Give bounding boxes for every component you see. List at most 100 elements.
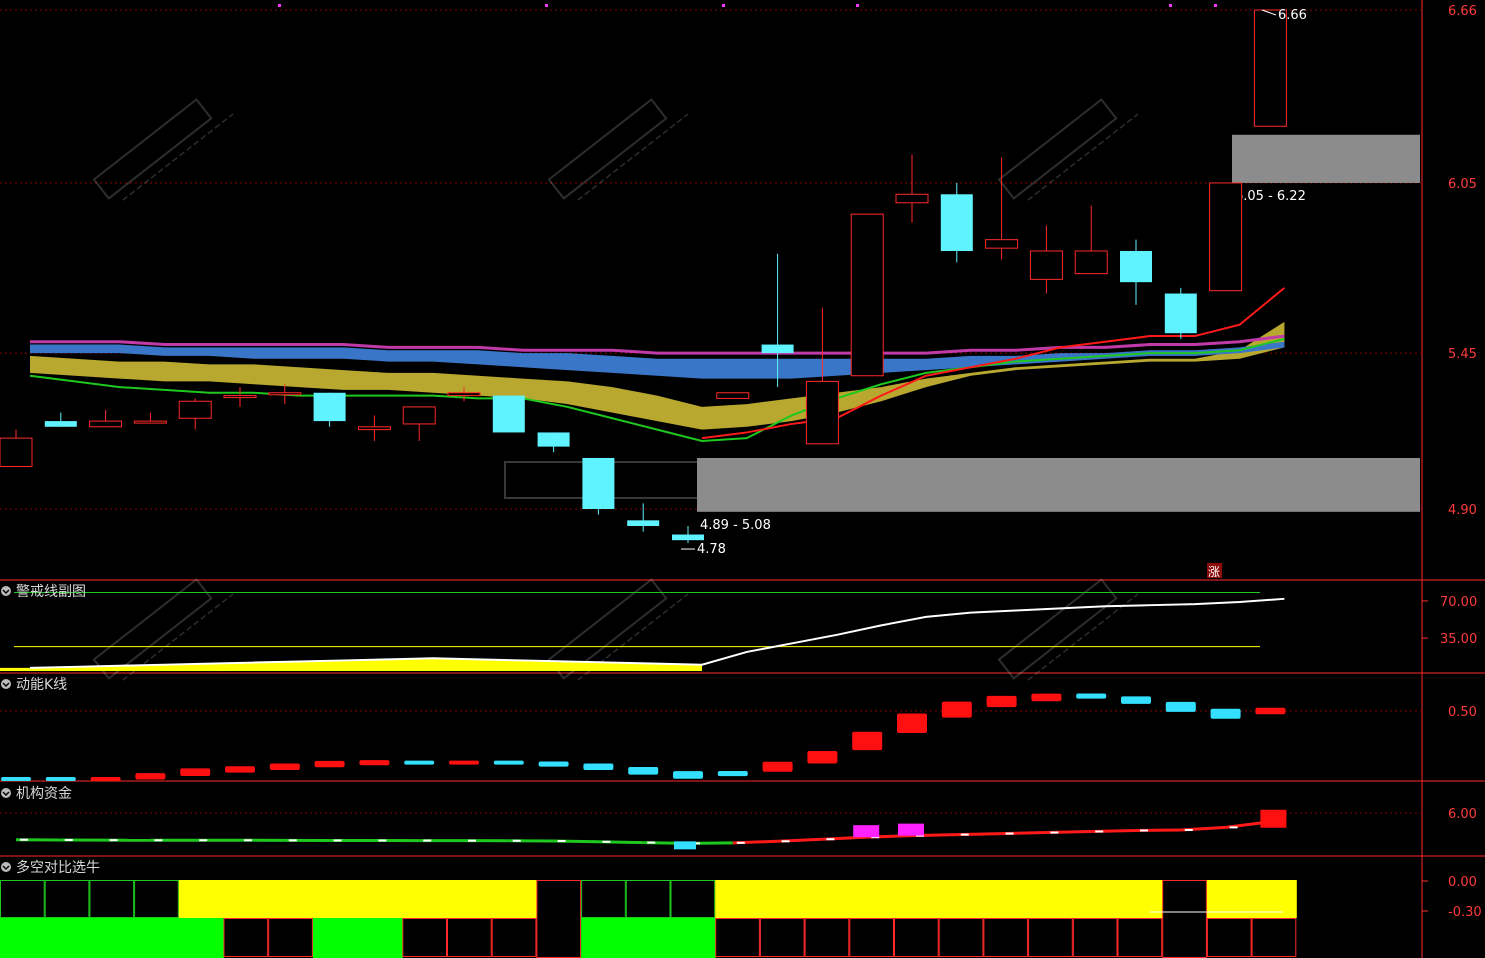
bull-bottom-cell-red[interactable]	[1251, 918, 1297, 957]
bull-bottom-cell-red[interactable]	[849, 918, 894, 957]
momentum-bar[interactable]	[897, 713, 927, 734]
momentum-bar[interactable]	[493, 760, 524, 765]
momentum-bar[interactable]	[1165, 701, 1196, 712]
bull-top-cell-yellow[interactable]	[268, 880, 314, 918]
stock-chart[interactable]: 4.89 - 5.08 6.05 - 6.22 6.66 4.78 涨 4.90 5.45…	[0, 0, 1485, 958]
bull-bottom-cell-green[interactable]	[625, 918, 671, 958]
momentum-bar[interactable]	[628, 767, 659, 775]
bull-top-cell-yellow[interactable]	[312, 880, 359, 918]
bull-bottom-cell-red[interactable]	[1117, 918, 1163, 957]
bull-bottom-cell-red[interactable]	[447, 918, 492, 957]
bull-top-cell-yellow[interactable]	[357, 880, 403, 918]
momentum-bar[interactable]	[538, 761, 569, 767]
candle[interactable]	[582, 457, 615, 515]
bull-top-cell-yellow[interactable]	[402, 880, 448, 918]
bull-bottom-cell-green[interactable]	[178, 918, 224, 958]
momentum-bar[interactable]	[583, 763, 614, 770]
candle[interactable]	[492, 395, 525, 433]
chevron-down-icon[interactable]	[1, 788, 11, 798]
momentum-bar[interactable]	[1210, 708, 1241, 719]
fund-red-bar[interactable]	[1260, 809, 1287, 828]
fund-magenta-bar[interactable]	[853, 825, 880, 838]
candle[interactable]	[716, 392, 750, 399]
bull-bottom-cell-red[interactable]	[491, 918, 537, 957]
candle[interactable]	[1253, 9, 1287, 127]
momentum-bar[interactable]	[852, 731, 883, 751]
momentum-bar[interactable]	[404, 760, 435, 765]
bull-bottom-cell-green[interactable]	[134, 918, 180, 958]
momentum-bar[interactable]	[986, 695, 1017, 708]
bull-top-cell-yellow[interactable]	[804, 880, 850, 918]
fund-magenta-bar[interactable]	[898, 823, 924, 836]
momentum-bar[interactable]	[1076, 693, 1107, 699]
bull-top-cell-green[interactable]	[581, 880, 626, 918]
bull-bottom-cell-red[interactable]	[938, 918, 984, 957]
bull-bottom-cell-green[interactable]	[0, 918, 46, 958]
bull-bottom-cell-green[interactable]	[312, 918, 359, 958]
bull-top-cell-green[interactable]	[670, 880, 716, 918]
bull-bottom-cell-green[interactable]	[670, 918, 716, 958]
momentum-bar[interactable]	[673, 771, 703, 779]
bull-bottom-cell-red[interactable]	[402, 918, 447, 957]
bull-bottom-cell-red[interactable]	[715, 918, 760, 957]
bull-bottom-cell-green[interactable]	[581, 918, 627, 958]
momentum-bar[interactable]	[717, 770, 748, 777]
bull-bottom-cell-red[interactable]	[983, 918, 1029, 957]
momentum-bar[interactable]	[180, 768, 211, 776]
bull-bottom-cell-red[interactable]	[268, 918, 313, 957]
momentum-bar[interactable]	[90, 777, 121, 781]
bull-top-cell-green[interactable]	[134, 880, 179, 918]
momentum-bar[interactable]	[807, 751, 838, 764]
bull-top-cell-yellow[interactable]	[447, 880, 493, 918]
fund-cyan-bar[interactable]	[674, 841, 696, 850]
bull-top-cell-black[interactable]	[536, 880, 582, 958]
candle[interactable]	[850, 213, 884, 377]
bull-bottom-cell-red[interactable]	[223, 918, 269, 957]
momentum-bar[interactable]	[314, 760, 345, 768]
bull-top-cell-black[interactable]	[1162, 880, 1207, 958]
bull-bottom-cell-red[interactable]	[1072, 918, 1118, 957]
chevron-down-icon[interactable]	[1, 862, 11, 872]
bull-top-cell-yellow[interactable]	[491, 880, 537, 918]
chevron-down-icon[interactable]	[1, 586, 11, 596]
chevron-down-icon[interactable]	[1, 679, 11, 689]
bull-bottom-cell-red[interactable]	[759, 918, 805, 957]
bull-top-cell-yellow[interactable]	[223, 880, 269, 918]
momentum-bar[interactable]	[941, 701, 972, 718]
bull-top-cell-yellow[interactable]	[938, 880, 984, 918]
bull-top-cell-yellow[interactable]	[983, 880, 1029, 918]
candle[interactable]	[1209, 182, 1243, 292]
candle[interactable]	[940, 182, 973, 263]
momentum-bar[interactable]	[1031, 693, 1062, 702]
momentum-bar[interactable]	[269, 763, 300, 770]
momentum-bar[interactable]	[45, 777, 76, 781]
momentum-bar[interactable]	[225, 766, 255, 773]
bull-top-cell-yellow[interactable]	[759, 880, 806, 918]
bull-top-cell-yellow[interactable]	[849, 880, 895, 918]
momentum-bar[interactable]	[359, 760, 390, 766]
momentum-bar[interactable]	[1, 777, 31, 781]
bull-bottom-cell-green[interactable]	[357, 918, 403, 958]
panel-title-group[interactable]: 多空对比选牛	[1, 859, 100, 876]
bull-bottom-cell-green[interactable]	[44, 918, 90, 958]
bull-top-cell-green[interactable]	[44, 880, 90, 918]
bull-top-cell-green[interactable]	[89, 880, 135, 918]
bull-top-cell-green[interactable]	[0, 880, 45, 918]
bull-bottom-cell-red[interactable]	[804, 918, 850, 957]
momentum-bar[interactable]	[1121, 696, 1151, 704]
bull-top-cell-yellow[interactable]	[894, 880, 940, 918]
bull-bottom-cell-red[interactable]	[894, 918, 939, 957]
momentum-bar[interactable]	[762, 761, 793, 772]
momentum-bar[interactable]	[1255, 707, 1286, 715]
bull-bear-panel[interactable]	[0, 880, 1297, 958]
bull-top-cell-yellow[interactable]	[1028, 880, 1074, 918]
momentum-bar[interactable]	[135, 773, 166, 780]
momentum-bar[interactable]	[449, 760, 479, 765]
candle[interactable]	[1164, 287, 1197, 339]
bull-top-cell-yellow[interactable]	[178, 880, 224, 918]
bull-bottom-cell-green[interactable]	[89, 918, 135, 958]
bull-top-cell-yellow[interactable]	[715, 880, 761, 918]
bull-bottom-cell-red[interactable]	[1028, 918, 1073, 957]
bull-top-cell-green[interactable]	[625, 880, 671, 918]
bull-top-cell-yellow[interactable]	[1072, 880, 1118, 918]
